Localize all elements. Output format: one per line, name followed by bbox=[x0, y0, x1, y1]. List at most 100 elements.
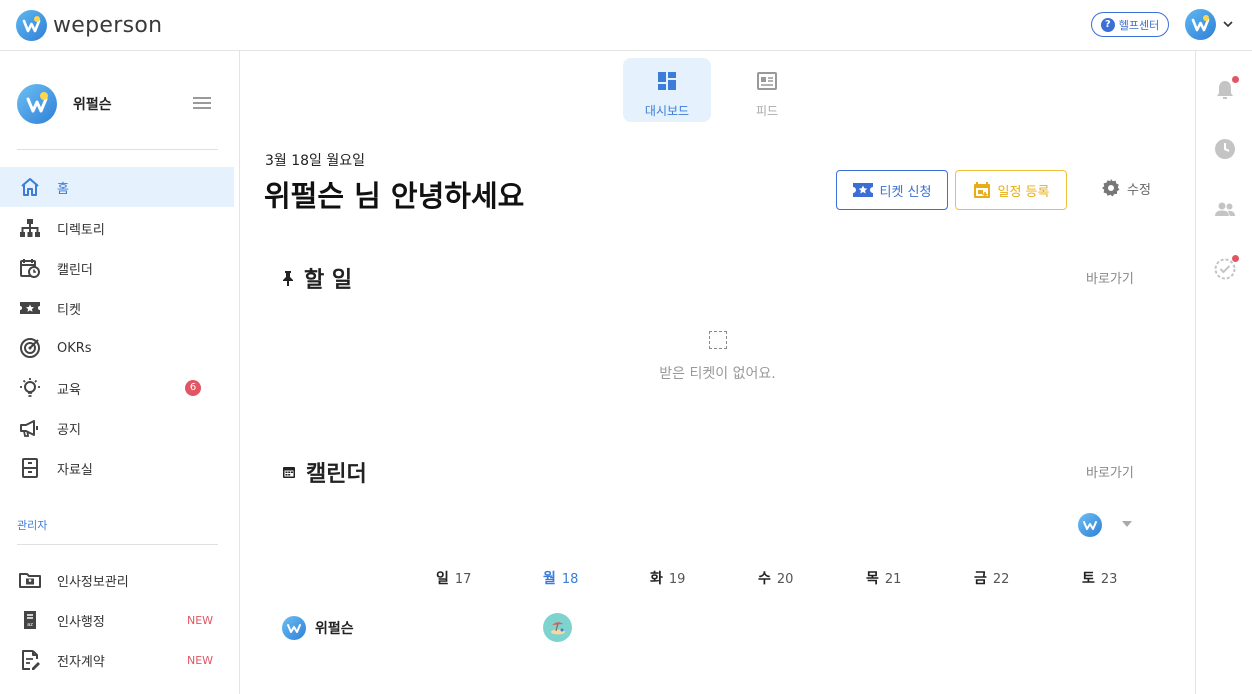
add-schedule-button[interactable]: 일정 등록 bbox=[955, 170, 1067, 210]
notification-bell-icon[interactable] bbox=[1213, 76, 1239, 102]
help-center-label: 헬프센터 bbox=[1118, 18, 1160, 32]
sidebar-item-label: OKRs bbox=[57, 340, 92, 356]
day-header: 일 17 bbox=[436, 568, 471, 588]
sidebar-item-label: 공지 bbox=[57, 422, 81, 438]
target-icon bbox=[19, 337, 41, 359]
calendar-icon bbox=[282, 465, 296, 479]
task-check-icon[interactable] bbox=[1213, 255, 1239, 281]
page-title: 위펄슨 님 안녕하세요 bbox=[264, 179, 525, 213]
calendar-add-icon bbox=[973, 181, 991, 199]
sidebar-item-directory[interactable]: 디렉토리 bbox=[0, 208, 234, 248]
day-name: 목 bbox=[866, 571, 879, 587]
todo-go-link[interactable]: 바로가기 bbox=[1086, 268, 1134, 287]
top-bar: weperson ? 헬프센터 bbox=[0, 0, 1252, 51]
tab-dashboard[interactable]: 대시보드 bbox=[623, 58, 711, 122]
current-date: 3월 18일 월요일 bbox=[265, 153, 366, 169]
sidebar-item-label: 교육 bbox=[57, 382, 81, 398]
day-header: 목 21 bbox=[866, 568, 901, 588]
day-header: 토 23 bbox=[1082, 568, 1117, 588]
member-name: 위펄슨 bbox=[315, 621, 354, 637]
day-date: 19 bbox=[668, 572, 686, 587]
sidebar-item-okrs[interactable]: OKRs bbox=[0, 328, 234, 368]
contract-edit-icon bbox=[19, 649, 41, 671]
help-icon: ? bbox=[1100, 17, 1115, 32]
brand-name: weperson bbox=[53, 13, 163, 38]
sidebar-item-label: 전자계약 bbox=[57, 654, 105, 670]
sidebar-item-education[interactable]: 교육 6 bbox=[0, 368, 234, 408]
menu-toggle-icon[interactable] bbox=[193, 97, 211, 112]
vacation-event-icon[interactable] bbox=[543, 613, 572, 642]
right-rail bbox=[1195, 51, 1252, 694]
sidebar-item-ticket[interactable]: 티켓 bbox=[0, 288, 234, 328]
sidebar-item-label: 인사정보관리 bbox=[57, 574, 129, 590]
day-date: 17 bbox=[454, 572, 472, 587]
tab-feed[interactable]: 피드 bbox=[723, 58, 811, 122]
sidebar-item-archive[interactable]: 자료실 bbox=[0, 448, 234, 488]
lightbulb-icon bbox=[19, 377, 41, 399]
help-center-button[interactable]: ? 헬프센터 bbox=[1091, 12, 1169, 37]
org-name: 위펄슨 bbox=[73, 97, 112, 113]
todo-section-title: 할 일 bbox=[282, 262, 352, 294]
day-date: 18 bbox=[561, 572, 579, 587]
empty-message: 받은 티켓이 없어요. bbox=[659, 366, 776, 382]
day-date: 21 bbox=[884, 572, 902, 587]
add-schedule-label: 일정 등록 bbox=[997, 184, 1050, 200]
org-header: 위펄슨 bbox=[17, 84, 112, 124]
sidebar-item-e-contract[interactable]: 전자계약 NEW bbox=[0, 640, 234, 680]
edit-label: 수정 bbox=[1127, 182, 1151, 198]
ticket-icon bbox=[19, 297, 41, 319]
sidebar-item-hr-info[interactable]: 인사정보관리 bbox=[0, 560, 234, 600]
chevron-down-icon bbox=[1223, 18, 1233, 31]
day-name: 화 bbox=[650, 571, 663, 587]
brand-logo[interactable]: weperson bbox=[16, 10, 162, 41]
calendar-section-title: 캘린더 bbox=[282, 456, 367, 488]
sidebar-item-hr-admin[interactable]: az 인사행정 NEW bbox=[0, 600, 234, 640]
member-filter-avatar[interactable] bbox=[1078, 513, 1102, 537]
edit-button[interactable]: 수정 bbox=[1101, 178, 1151, 198]
day-name: 월 bbox=[543, 571, 556, 587]
user-menu[interactable] bbox=[1185, 9, 1233, 40]
sidebar-item-label: 디렉토리 bbox=[57, 222, 105, 238]
org-chart-icon bbox=[19, 217, 41, 239]
day-name: 금 bbox=[974, 571, 987, 587]
day-name: 수 bbox=[758, 571, 771, 587]
day-header-today: 월 18 bbox=[543, 568, 578, 588]
new-tag: NEW bbox=[187, 613, 214, 627]
svg-text:az: az bbox=[27, 622, 33, 628]
request-ticket-button[interactable]: 티켓 신청 bbox=[836, 170, 948, 210]
notification-badge: 6 bbox=[185, 380, 201, 396]
calendar-go-link[interactable]: 바로가기 bbox=[1086, 462, 1134, 481]
sidebar: 위펄슨 홈 디렉토리 캘린더 티켓 OKRs 교육 6 공지 자료실 관리자 인… bbox=[0, 51, 240, 694]
sidebar-item-home[interactable]: 홈 bbox=[0, 167, 234, 207]
divider bbox=[17, 544, 218, 545]
cabinet-icon bbox=[19, 457, 41, 479]
sidebar-item-label: 자료실 bbox=[57, 462, 93, 478]
day-header: 금 22 bbox=[974, 568, 1009, 588]
sidebar-item-label: 인사행정 bbox=[57, 614, 105, 630]
calendar-title: 캘린더 bbox=[306, 462, 367, 487]
id-folder-icon bbox=[19, 569, 41, 591]
caret-down-icon[interactable] bbox=[1122, 521, 1132, 527]
pin-icon bbox=[282, 270, 294, 286]
day-name: 일 bbox=[436, 571, 449, 587]
clock-icon[interactable] bbox=[1213, 137, 1237, 161]
dashboard-icon bbox=[657, 71, 677, 95]
calendar-member-row: 위펄슨 bbox=[282, 616, 354, 640]
sidebar-item-label: 홈 bbox=[57, 181, 69, 197]
day-date: 23 bbox=[1100, 572, 1118, 587]
admin-section-label: 관리자 bbox=[17, 519, 48, 532]
day-header: 수 20 bbox=[758, 568, 793, 588]
new-tag: NEW bbox=[187, 653, 214, 667]
home-icon bbox=[19, 176, 41, 198]
divider bbox=[17, 149, 218, 150]
gear-icon bbox=[1101, 178, 1121, 198]
sidebar-item-notice[interactable]: 공지 bbox=[0, 408, 234, 448]
todo-empty-state: 받은 티켓이 없어요. bbox=[240, 331, 1195, 383]
sidebar-item-label: 캘린더 bbox=[57, 262, 93, 278]
sidebar-item-calendar[interactable]: 캘린더 bbox=[0, 248, 234, 288]
people-icon[interactable] bbox=[1213, 197, 1237, 221]
avatar bbox=[1185, 9, 1216, 40]
day-header: 화 19 bbox=[650, 568, 685, 588]
tab-label: 피드 bbox=[755, 104, 779, 118]
tab-label: 대시보드 bbox=[644, 104, 690, 118]
